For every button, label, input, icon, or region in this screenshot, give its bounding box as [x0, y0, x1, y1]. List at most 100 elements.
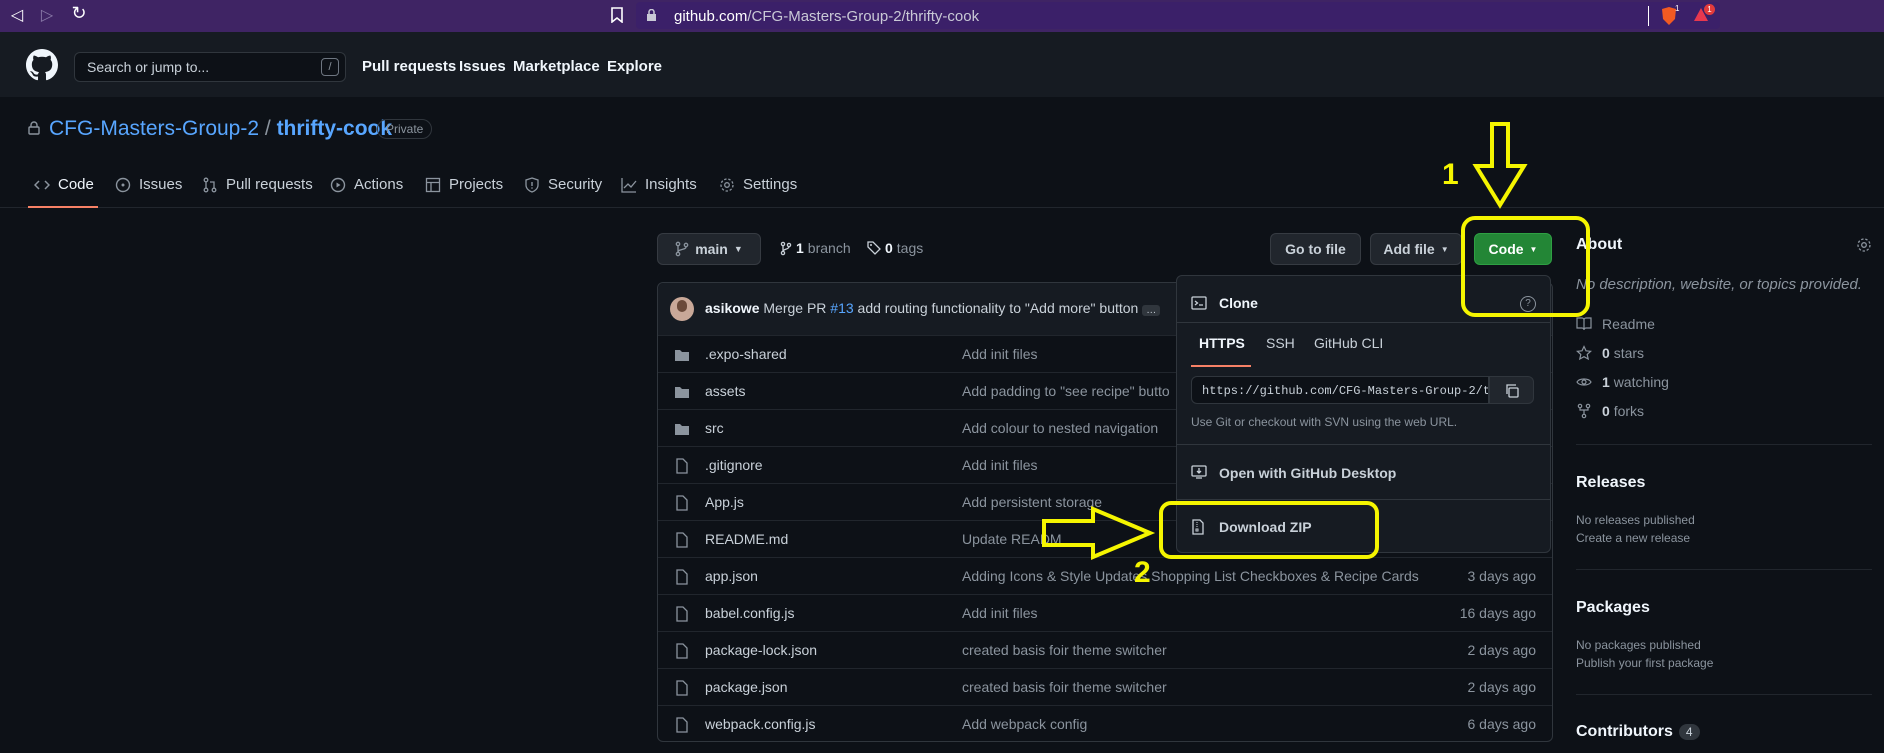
github-logo-icon[interactable]: [26, 49, 58, 86]
file-commit-message[interactable]: Add init files: [962, 605, 1037, 621]
file-name[interactable]: package.json: [705, 679, 788, 695]
tab-security-label: Security: [548, 176, 603, 193]
avatar[interactable]: [670, 297, 694, 321]
nav-issues[interactable]: Issues: [459, 58, 506, 75]
releases-heading[interactable]: Releases: [1576, 474, 1645, 492]
contributors-heading[interactable]: Contributors 4: [1576, 723, 1700, 741]
open-with-desktop-button[interactable]: Open with GitHub Desktop: [1219, 465, 1396, 481]
copy-button[interactable]: [1489, 376, 1534, 404]
tab-actions[interactable]: Actions: [330, 176, 403, 193]
clone-tab-https[interactable]: HTTPS: [1199, 335, 1245, 351]
stars-link[interactable]: 0 stars: [1576, 345, 1644, 361]
commit-pr-link[interactable]: #13: [830, 300, 853, 316]
table-row[interactable]: app.json Adding Icons & Style Updates Sho…: [658, 557, 1552, 594]
file-commit-message[interactable]: Add padding to "see recipe" butto: [962, 383, 1170, 399]
star-icon: [1576, 345, 1592, 361]
file-commit-message[interactable]: Add colour to nested navigation: [962, 420, 1158, 436]
rewards-badge: 1: [1704, 4, 1715, 15]
eye-icon: [1576, 378, 1592, 386]
reload-icon[interactable]: ↻: [68, 3, 90, 24]
file-commit-message[interactable]: Add init files: [962, 457, 1037, 473]
tab-settings[interactable]: Settings: [719, 176, 797, 193]
commit-message-post: add routing functionality to "Add more" …: [857, 300, 1139, 316]
clone-dropdown: Clone ? HTTPS SSH GitHub CLI https://git…: [1176, 275, 1551, 553]
forks-label: forks: [1613, 403, 1645, 419]
file-name[interactable]: README.md: [705, 531, 788, 547]
file-commit-message[interactable]: Add persistent storage: [962, 494, 1102, 510]
tab-projects[interactable]: Projects: [425, 176, 503, 193]
nav-explore[interactable]: Explore: [607, 58, 662, 75]
annotation-label-2: 2: [1134, 556, 1151, 589]
tab-issues[interactable]: Issues: [115, 176, 182, 193]
sidebar-divider-3: [1576, 694, 1872, 695]
commit-author[interactable]: asikowe: [705, 300, 759, 316]
file-commit-message[interactable]: Update READM: [962, 531, 1062, 547]
table-icon: [425, 177, 441, 192]
file-name[interactable]: app.json: [705, 568, 758, 584]
shield-badge: 1: [1675, 4, 1680, 13]
forward-icon[interactable]: ▷: [36, 5, 58, 25]
table-row[interactable]: babel.config.js Add init files 16 days ago: [658, 594, 1552, 631]
file-commit-message[interactable]: Add init files: [962, 346, 1037, 362]
nav-marketplace[interactable]: Marketplace: [513, 58, 600, 75]
watching-link[interactable]: 1 watching: [1576, 374, 1669, 390]
go-to-file-button[interactable]: Go to file: [1270, 233, 1361, 265]
pull-request-icon: [203, 177, 217, 192]
publish-package-link[interactable]: Publish your first package: [1576, 656, 1713, 670]
create-release-link[interactable]: Create a new release: [1576, 531, 1690, 545]
file-commit-message[interactable]: Add webpack config: [962, 716, 1087, 732]
repo-name-link[interactable]: thrifty-cook: [277, 117, 393, 140]
branch-selector[interactable]: main ▼: [657, 233, 761, 265]
nav-pull-requests[interactable]: Pull requests: [362, 58, 456, 75]
forks-link[interactable]: 0 forks: [1576, 403, 1644, 419]
file-name[interactable]: package-lock.json: [705, 642, 817, 658]
tag-label: tags: [896, 240, 924, 256]
file-age: 2 days ago: [1467, 679, 1537, 695]
search-input[interactable]: Search or jump to... /: [74, 52, 346, 82]
table-row[interactable]: package.json created basis foir theme swi…: [658, 668, 1552, 705]
file-name[interactable]: .expo-shared: [705, 346, 787, 362]
file-commit-message[interactable]: created basis foir theme switcher: [962, 642, 1167, 658]
play-icon: [330, 177, 346, 192]
download-zip-button[interactable]: Download ZIP: [1219, 519, 1312, 535]
tab-security[interactable]: Security: [524, 176, 602, 193]
file-commit-message[interactable]: Adding Icons & Style Updates Shopping Li…: [962, 568, 1419, 584]
clone-title: Clone: [1219, 295, 1258, 311]
lock-icon: [646, 8, 657, 27]
bookmark-icon[interactable]: [610, 7, 624, 28]
packages-heading[interactable]: Packages: [1576, 599, 1650, 617]
table-row[interactable]: webpack.config.js Add webpack config 6 day…: [658, 705, 1552, 742]
add-file-button[interactable]: Add file ▼: [1370, 233, 1462, 265]
help-icon[interactable]: ?: [1520, 296, 1536, 312]
file-name[interactable]: src: [705, 420, 724, 436]
file-name[interactable]: App.js: [705, 494, 744, 510]
contributors-label: Contributors: [1576, 723, 1673, 740]
table-row[interactable]: package-lock.json created basis foir them…: [658, 631, 1552, 668]
branches-link[interactable]: 1 branch: [780, 240, 851, 256]
brave-rewards-icon[interactable]: 1: [1692, 4, 1715, 29]
file-icon: [676, 606, 688, 622]
file-name[interactable]: webpack.config.js: [705, 716, 816, 732]
tab-code[interactable]: Code: [34, 176, 94, 193]
clone-url-input[interactable]: https://github.com/CFG-Masters-Group-2/t…: [1191, 376, 1489, 404]
clone-tab-github-cli[interactable]: GitHub CLI: [1314, 335, 1383, 351]
tab-insights[interactable]: Insights: [621, 176, 697, 193]
file-name[interactable]: .gitignore: [705, 457, 763, 473]
file-name[interactable]: assets: [705, 383, 745, 399]
clone-tab-ssh[interactable]: SSH: [1266, 335, 1295, 351]
commit-expand-button[interactable]: …: [1142, 305, 1161, 316]
address-divider: [1648, 6, 1649, 26]
file-name[interactable]: babel.config.js: [705, 605, 795, 621]
tags-link[interactable]: 0 tags: [867, 240, 923, 256]
tab-projects-label: Projects: [449, 176, 504, 193]
repo-owner-link[interactable]: CFG-Masters-Group-2: [49, 117, 259, 140]
readme-link[interactable]: Readme: [1576, 316, 1655, 332]
branch-label: branch: [807, 240, 851, 256]
about-settings-gear-icon[interactable]: [1856, 237, 1872, 258]
brave-shield-icon[interactable]: 1: [1660, 4, 1680, 31]
code-button[interactable]: Code ▼: [1474, 233, 1552, 265]
file-commit-message[interactable]: created basis foir theme switcher: [962, 679, 1167, 695]
back-icon[interactable]: ◁: [6, 5, 28, 25]
folder-icon: [675, 424, 689, 435]
tab-pull-requests[interactable]: Pull requests: [202, 176, 313, 193]
